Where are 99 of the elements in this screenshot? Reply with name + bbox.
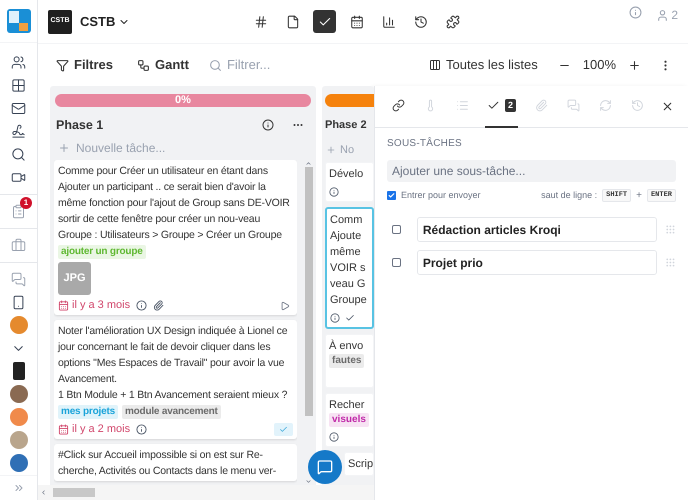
user-icon[interactable] <box>656 8 670 22</box>
check-icon <box>279 425 288 434</box>
info-icon[interactable] <box>330 312 340 322</box>
info-icon[interactable] <box>262 119 274 131</box>
scroll-left-icon[interactable] <box>40 489 47 496</box>
task-description: #Click sur Accueil impossible si on est sur Re-cherche, Activités ou Contacts dans le menu ver- <box>58 448 278 479</box>
plus-icon <box>326 145 336 155</box>
workspace-logo-icon[interactable] <box>12 362 24 380</box>
task-description: Comme pour Créer un utilisateur en étant dans Ajouter un participant .. ce serait bien d'avoir la même fonction pour l'ajout de Group sans DE-VOIR sortir de cette fenêtre pour créer un nou-veau Groupe : Utilisateurs > Groupe > Créer un Groupe ajouter un groupe <box>58 164 291 259</box>
tag: fautes <box>329 354 364 368</box>
scrollbar[interactable] <box>304 160 313 485</box>
grid-icon[interactable] <box>11 78 26 93</box>
drag-handle-icon[interactable] <box>665 224 676 235</box>
progress-bar: 0% <box>55 94 311 107</box>
link-icon <box>392 99 404 112</box>
refresh-icon <box>598 99 612 112</box>
column-title: Phase 1 <box>56 116 104 134</box>
checkbox-label: Entrer pour envoyer <box>401 188 481 202</box>
play-icon[interactable] <box>280 300 290 310</box>
avatar-icon[interactable] <box>10 385 28 404</box>
drag-handle-icon[interactable] <box>665 257 676 268</box>
hash-icon <box>254 14 268 28</box>
zoom-in-icon[interactable] <box>628 58 641 72</box>
calendar-icon <box>58 300 69 311</box>
task-card[interactable]: À envo fautes <box>325 334 374 388</box>
history-icon <box>414 14 428 28</box>
subtask-input[interactable]: Ajouter une sous-tâche... <box>387 160 676 182</box>
plus-icon <box>58 142 70 154</box>
avatar-icon[interactable] <box>10 316 28 334</box>
plus-sign: + <box>636 189 642 203</box>
lists-button[interactable]: Toutes les listes <box>428 55 538 75</box>
app-logo-icon[interactable] <box>6 8 30 33</box>
tag: visuels <box>329 413 369 427</box>
horizontal-scrollbar[interactable] <box>38 485 374 500</box>
paperclip-icon <box>534 99 548 112</box>
workspace-dropdown[interactable]: CSTB <box>80 12 130 32</box>
check-icon <box>345 312 355 322</box>
subtask-title[interactable]: Rédaction articles Kroqi <box>416 217 658 242</box>
chat-icon[interactable] <box>11 272 26 287</box>
search-icon <box>208 58 222 72</box>
phone-icon[interactable] <box>11 294 26 310</box>
subtask-title[interactable]: Projet prio <box>416 250 658 275</box>
info-icon[interactable] <box>329 432 339 442</box>
filters-button[interactable]: Filtres <box>56 55 114 75</box>
hint-text: saut de ligne : <box>541 188 598 202</box>
task-description: Scrip <box>348 457 373 472</box>
user-count: 2 <box>671 7 678 24</box>
task-card[interactable]: #Click sur Accueil impossible si on est sur Re-cherche, Activités ou Contacts dans le menu ver- <box>54 444 297 481</box>
view-tab[interactable] <box>313 10 336 33</box>
zoom-level: 100% <box>582 56 616 74</box>
scrollbar-thumb[interactable] <box>53 488 95 497</box>
clipboard-icon[interactable] <box>11 204 26 219</box>
chat-icon <box>317 459 333 475</box>
subtask-checkbox[interactable] <box>392 258 401 267</box>
scroll-down-icon[interactable] <box>305 478 312 485</box>
task-description: Comm Ajoute même VOIR s veau G Groupe <box>330 213 368 308</box>
task-card[interactable]: Comm Ajoute même VOIR s veau G Groupe <box>325 207 374 329</box>
avatar-icon[interactable] <box>10 454 28 472</box>
history-icon <box>630 99 644 112</box>
info-icon[interactable] <box>136 424 148 435</box>
calendar-icon <box>350 14 364 28</box>
task-card[interactable] <box>54 160 297 315</box>
gantt-button[interactable]: Gantt <box>137 55 189 75</box>
task-description: Noter l'amélioration UX Design indiquée à Lionel ce jour concernant le fait de devoir cliquer dans les options "Mes Espaces de Travail" pour avoir la vue Avancement. 1 Btn Module + 1 Btn Avancement seraient mieux ? mes projets module avancement <box>58 324 288 419</box>
mail-icon[interactable] <box>11 100 26 116</box>
subtask-checkbox[interactable] <box>392 225 401 234</box>
task-card[interactable] <box>54 320 297 439</box>
section-title: SOUS-TÂCHES <box>387 136 463 151</box>
send-on-enter-checkbox[interactable] <box>387 191 396 200</box>
puzzle-icon <box>446 14 460 28</box>
signature-icon[interactable] <box>11 124 26 139</box>
count-badge: 2 <box>505 99 516 112</box>
calendar-icon <box>58 424 69 435</box>
briefcase-icon[interactable] <box>11 238 26 253</box>
task-date: il y a 3 mois <box>72 298 130 314</box>
search-icon[interactable] <box>11 146 26 162</box>
info-icon[interactable] <box>136 300 148 311</box>
panel-tab[interactable]: 2 <box>485 86 518 128</box>
notification-badge: 1 <box>20 196 32 209</box>
people-icon[interactable] <box>11 54 26 70</box>
info-icon[interactable] <box>329 186 339 196</box>
gantt-icon <box>137 58 150 72</box>
column-title: Phase 2 <box>325 118 367 133</box>
task-card[interactable]: Dévelo <box>325 162 374 202</box>
chat-icon <box>566 99 580 112</box>
task-description: À envo <box>329 338 364 354</box>
task-card[interactable]: Scrip <box>344 452 374 476</box>
scroll-up-icon[interactable] <box>305 160 312 167</box>
task-description: Dévelo <box>329 167 364 182</box>
filter-icon <box>56 58 69 72</box>
close-icon[interactable] <box>661 100 674 113</box>
task-description: Recher <box>329 398 366 413</box>
file-icon <box>286 14 300 28</box>
filter-search-field[interactable]: Filtrer... <box>226 55 337 75</box>
columns-icon <box>428 59 441 71</box>
chart-icon <box>382 14 396 28</box>
paperclip-icon[interactable] <box>153 300 164 311</box>
task-card[interactable]: Recher visuels <box>325 393 374 447</box>
task-date: il y a 2 mois <box>72 422 130 438</box>
